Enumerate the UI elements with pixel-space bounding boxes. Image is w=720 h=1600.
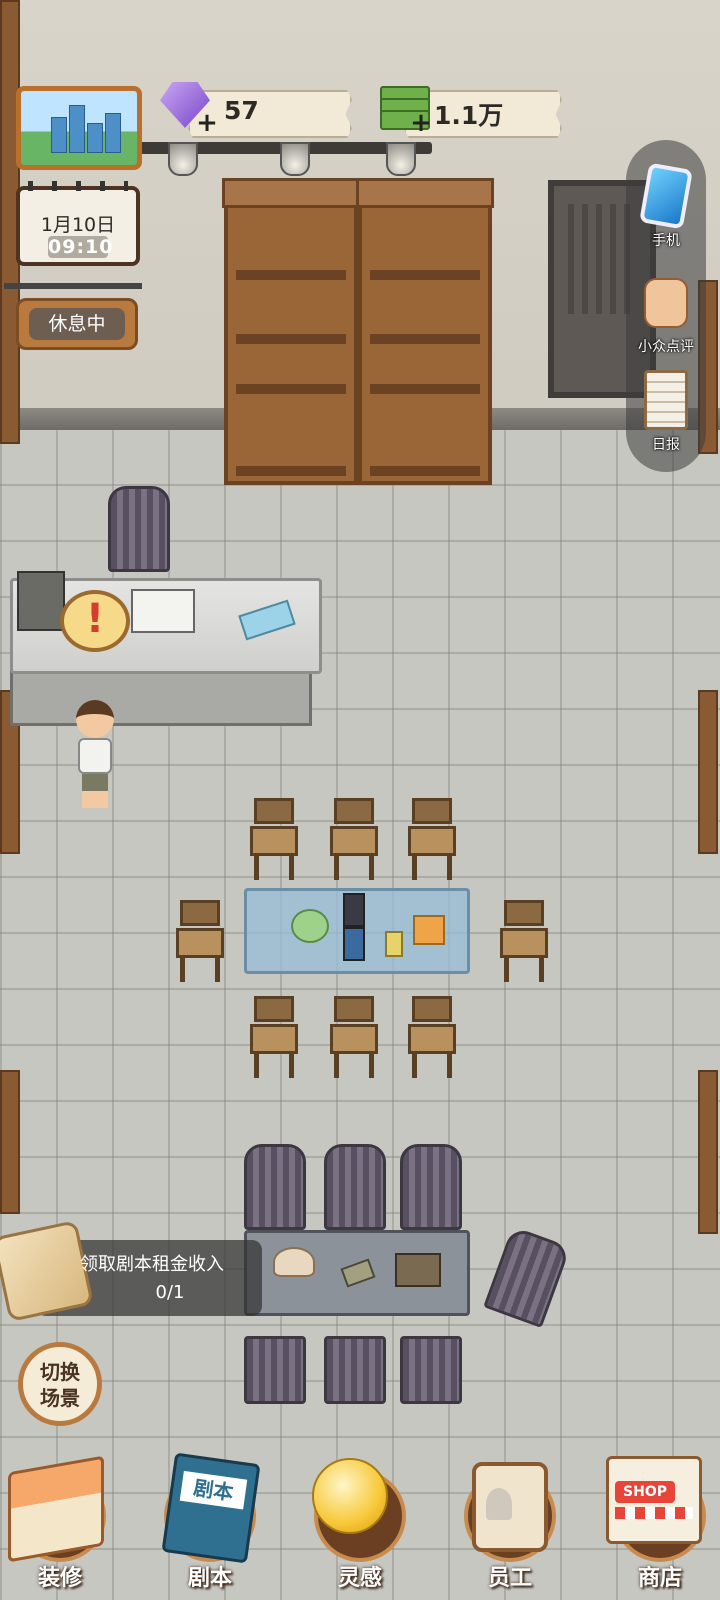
- book-title: 剧本: [179, 1470, 248, 1510]
- sign-rod: [4, 283, 142, 289]
- cash-amount: 1.1万: [434, 101, 504, 130]
- switch-scene-label: 切换 场景: [40, 1360, 80, 1410]
- right-wall-pillar: [698, 690, 718, 854]
- wood-chair: [250, 996, 298, 1078]
- wood-chair: [408, 996, 456, 1078]
- side-report-button[interactable]: 日报: [626, 370, 706, 470]
- script-card: [343, 893, 365, 927]
- dark-chair: [244, 1144, 306, 1230]
- reception-counter-base: [10, 668, 312, 726]
- wood-chair: [330, 798, 378, 880]
- left-wall-pillar: [0, 1070, 20, 1214]
- ceiling-lamp: [280, 142, 310, 176]
- glass-game-table[interactable]: [244, 888, 470, 974]
- nav-script-label: 剧本: [187, 1566, 232, 1591]
- thumbs-up-icon: [644, 278, 688, 328]
- nav-staff-label: 员工: [487, 1566, 532, 1591]
- side-review-label: 小众点评: [638, 339, 694, 355]
- lightbulb-icon: [312, 1458, 388, 1534]
- dark-chair: [400, 1336, 462, 1404]
- task-title: 领取剧本租金收入: [80, 1254, 224, 1275]
- wood-chair: [500, 900, 548, 982]
- calendar-time: 09:10: [48, 236, 114, 258]
- nav-decorate-button[interactable]: 装修: [0, 1450, 120, 1600]
- bookshelf[interactable]: [356, 178, 494, 485]
- right-wall-pillar: [698, 1070, 718, 1234]
- switch-scene-button[interactable]: 切换 场景: [18, 1342, 102, 1426]
- shop-icon: SHOP: [606, 1456, 702, 1544]
- wood-chair: [250, 798, 298, 880]
- script-book-icon: 剧本: [161, 1452, 261, 1564]
- drink-bottle: [385, 931, 403, 957]
- side-phone-label: 手机: [652, 233, 680, 249]
- nav-decorate-label: 装修: [37, 1566, 82, 1591]
- side-phone-button[interactable]: 手机: [626, 162, 706, 266]
- calendar-clock: 1月10日 09:10: [16, 181, 140, 266]
- staff-card-icon: [472, 1462, 548, 1552]
- shop-status-sign[interactable]: 休息中: [16, 298, 138, 350]
- nav-script-button[interactable]: 剧本 剧本: [150, 1450, 270, 1600]
- dark-game-table[interactable]: [244, 1230, 470, 1316]
- script-card: [343, 927, 365, 961]
- nav-inspiration-label: 灵感: [337, 1566, 382, 1591]
- ship-model: [395, 1253, 441, 1287]
- wood-chair: [330, 996, 378, 1078]
- add-gems-button[interactable]: +: [196, 110, 218, 136]
- dark-chair: [324, 1144, 386, 1230]
- calendar-date: 1月10日: [40, 214, 116, 236]
- dark-chair: [324, 1336, 386, 1404]
- city-map-button[interactable]: [16, 86, 142, 170]
- wood-chair: [176, 900, 224, 982]
- nav-inspiration-button[interactable]: 灵感: [300, 1450, 420, 1600]
- bookshelf[interactable]: [222, 178, 360, 485]
- side-report-label: 日报: [652, 437, 680, 453]
- daily-report-icon: [644, 370, 688, 430]
- reception-counter[interactable]: [10, 571, 322, 674]
- wood-chair: [408, 798, 456, 880]
- npc-boy[interactable]: [70, 700, 120, 810]
- ceiling-lamp: [168, 142, 198, 176]
- table-lamp: [273, 1247, 315, 1277]
- clue-box: [340, 1258, 376, 1288]
- house-icon: [8, 1455, 104, 1563]
- dark-chair: [108, 486, 170, 572]
- flower-pot: [291, 909, 329, 943]
- dark-chair: [244, 1336, 306, 1404]
- notebook: [131, 589, 195, 633]
- shop-status-label: 休息中: [29, 308, 125, 340]
- gem-amount: 57: [224, 96, 259, 125]
- add-cash-button[interactable]: +: [410, 110, 432, 136]
- nav-shop-button[interactable]: SHOP 商店: [600, 1450, 720, 1600]
- nav-staff-button[interactable]: 员工: [450, 1450, 570, 1600]
- nav-shop-label: 商店: [637, 1566, 682, 1591]
- side-review-button[interactable]: 小众点评: [626, 272, 706, 372]
- phone-icon: [639, 162, 693, 230]
- qr-code-stand: [238, 599, 296, 641]
- shop-sign: SHOP: [615, 1481, 675, 1503]
- alert-icon[interactable]: [60, 590, 130, 652]
- ceiling-lamp: [386, 142, 416, 176]
- poster-frame: [17, 571, 65, 631]
- task-progress: 0/1: [155, 1282, 185, 1303]
- dark-chair: [400, 1144, 462, 1230]
- snack-bag: [413, 915, 445, 945]
